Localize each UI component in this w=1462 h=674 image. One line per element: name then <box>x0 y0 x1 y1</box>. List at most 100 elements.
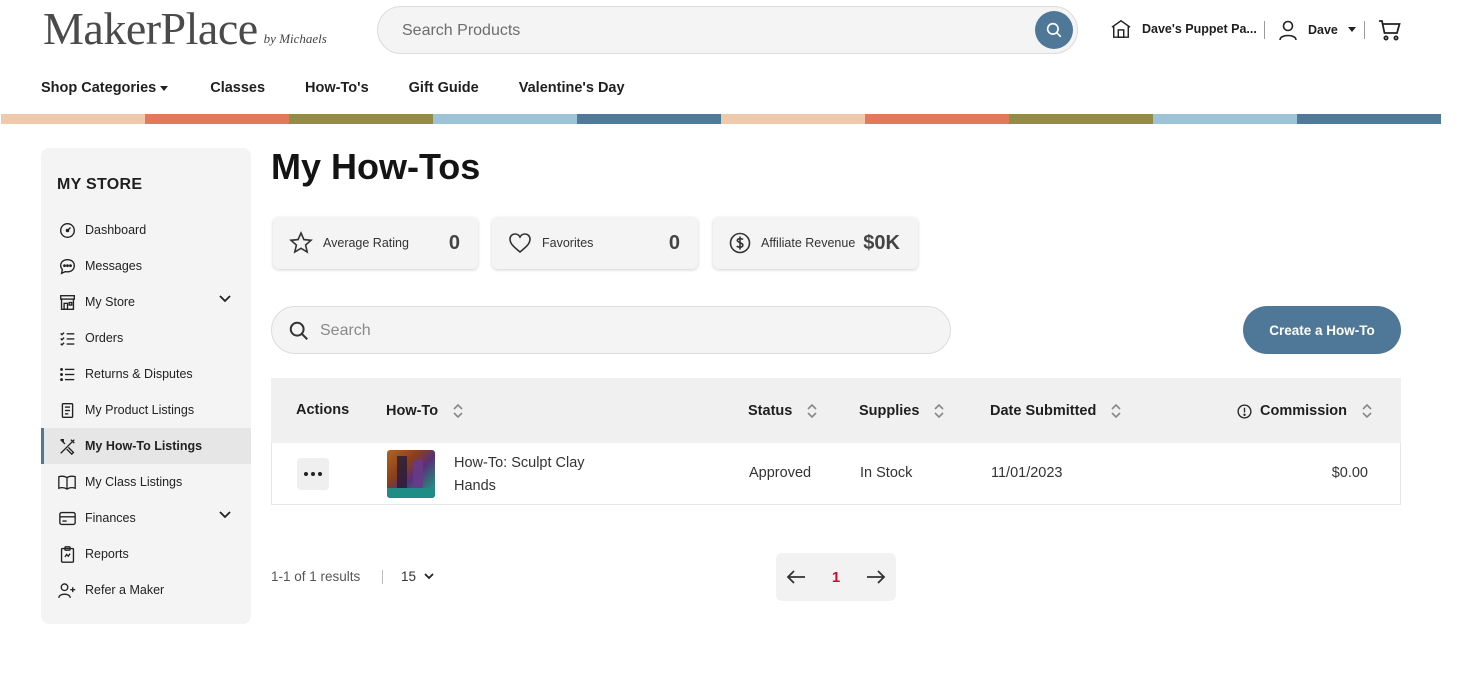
heart-icon <box>509 233 531 254</box>
how-to-title-link[interactable]: How-To: Sculpt Clay Hands <box>454 452 585 498</box>
star-icon <box>289 231 313 254</box>
status-cell: Approved <box>749 465 812 481</box>
sidebar-item-reports[interactable]: Reports <box>41 536 251 572</box>
column-label: Commission <box>1260 403 1348 419</box>
nav-how-tos[interactable]: How-To's <box>305 80 369 96</box>
how-to-title-line: Hands <box>454 478 496 494</box>
column-how-to[interactable]: How-To <box>386 402 464 420</box>
how-to-thumbnail[interactable] <box>387 450 435 498</box>
column-label: Supplies <box>859 403 920 419</box>
main-nav: Shop Categories Classes How-To's Gift Gu… <box>41 80 625 96</box>
nav-gift-guide[interactable]: Gift Guide <box>409 80 479 96</box>
sidebar-item-label: Refer a Maker <box>85 583 165 597</box>
prev-page-icon[interactable] <box>786 569 806 585</box>
sidebar-item-how-to-listings[interactable]: My How-To Listings <box>41 428 251 464</box>
store-sidebar: MY STORE Dashboard Messages My Store Ord… <box>41 148 251 624</box>
sidebar-item-my-store[interactable]: My Store <box>41 284 251 320</box>
stripe-segment <box>1009 114 1153 124</box>
per-page-select[interactable]: 15 <box>401 569 434 584</box>
stripe-segment <box>1153 114 1297 124</box>
add-user-icon <box>58 582 76 598</box>
sidebar-item-finances[interactable]: Finances <box>41 500 251 536</box>
chevron-down-icon <box>424 573 434 580</box>
page-title: My How-Tos <box>271 146 481 187</box>
makerplace-logo[interactable]: MakerPlace by Michaels <box>43 6 327 52</box>
column-actions: Actions <box>296 402 349 418</box>
sidebar-item-dashboard[interactable]: Dashboard <box>41 212 251 248</box>
logo-text: MakerPlace <box>43 3 258 54</box>
sidebar-item-label: My Product Listings <box>85 403 195 417</box>
stat-value: $0K <box>863 231 900 254</box>
user-icon <box>1279 20 1297 41</box>
cart-button[interactable] <box>1378 18 1402 47</box>
column-status[interactable]: Status <box>748 402 818 420</box>
stripe-segment <box>1 114 145 124</box>
sort-icon <box>453 403 463 419</box>
column-commission[interactable]: Commission <box>1237 402 1373 420</box>
sidebar-item-class-listings[interactable]: My Class Listings <box>41 464 251 500</box>
clipboard-icon <box>60 545 74 563</box>
sort-icon <box>934 403 945 419</box>
row-actions-button[interactable] <box>297 458 329 490</box>
column-supplies[interactable]: Supplies <box>859 402 945 420</box>
chevron-down-icon <box>1347 27 1356 32</box>
dollar-icon <box>729 232 751 254</box>
nav-shop-categories[interactable]: Shop Categories <box>41 80 169 96</box>
gauge-icon <box>59 222 75 238</box>
how-to-search-input[interactable] <box>320 319 920 343</box>
sidebar-item-label: My Class Listings <box>85 475 183 489</box>
create-how-to-button[interactable]: Create a How-To <box>1243 306 1401 354</box>
date-cell: 11/01/2023 <box>991 465 1063 481</box>
color-stripe <box>1 114 1441 124</box>
stat-label: Favorites <box>542 236 594 250</box>
sidebar-item-label: Reports <box>85 547 129 561</box>
current-page[interactable]: 1 <box>832 569 840 586</box>
document-icon <box>61 402 73 418</box>
header-divider <box>1364 21 1365 39</box>
column-date-submitted[interactable]: Date Submitted <box>990 402 1122 420</box>
chevron-down-icon <box>160 85 169 91</box>
search-icon <box>289 321 308 340</box>
stripe-segment <box>865 114 1009 124</box>
my-shop-link[interactable]: Dave's Puppet Pa... <box>1110 19 1257 39</box>
sidebar-item-refer-a-maker[interactable]: Refer a Maker <box>41 572 251 608</box>
sidebar-item-label: My Store <box>85 295 136 309</box>
sidebar-item-label: Messages <box>85 259 142 273</box>
per-page-value: 15 <box>401 569 417 584</box>
sidebar-item-returns-disputes[interactable]: Returns & Disputes <box>41 356 251 392</box>
account-menu[interactable]: Dave <box>1278 19 1356 41</box>
column-label: Status <box>748 403 793 419</box>
list-icon <box>59 367 74 381</box>
sidebar-item-label: Finances <box>85 511 136 525</box>
product-search-button[interactable] <box>1035 11 1073 49</box>
shop-name: Dave's Puppet Pa... <box>1142 22 1257 36</box>
stripe-segment <box>721 114 865 124</box>
book-icon <box>58 475 76 490</box>
results-count: 1-1 of 1 results <box>271 569 361 584</box>
product-search-input[interactable] <box>402 19 1002 43</box>
column-label: Actions <box>296 402 350 418</box>
thumbnail-image <box>387 456 435 498</box>
next-page-icon[interactable] <box>866 569 886 585</box>
how-to-search-bar <box>271 306 951 354</box>
nav-valentines-day[interactable]: Valentine's Day <box>519 80 625 96</box>
sidebar-item-product-listings[interactable]: My Product Listings <box>41 392 251 428</box>
stat-value: 0 <box>668 231 680 254</box>
pagination: 1 <box>776 553 896 601</box>
info-icon[interactable] <box>1237 403 1252 419</box>
column-label: How-To <box>386 403 439 419</box>
table-row: How-To: Sculpt Clay Hands Approved In St… <box>271 443 1401 505</box>
stripe-segment <box>433 114 577 124</box>
card-icon <box>58 511 76 525</box>
store-icon <box>1111 19 1131 38</box>
checklist-icon <box>59 331 74 346</box>
sidebar-item-orders[interactable]: Orders <box>41 320 251 356</box>
nav-classes[interactable]: Classes <box>210 80 265 96</box>
sort-icon <box>807 403 817 419</box>
chevron-down-icon <box>219 295 231 303</box>
nav-label: Shop Categories <box>41 80 157 96</box>
stat-label: Affiliate Revenue <box>761 236 856 250</box>
sidebar-item-messages[interactable]: Messages <box>41 248 251 284</box>
stat-affiliate-revenue: Affiliate Revenue $0K <box>713 217 918 269</box>
sort-icon <box>1111 403 1121 419</box>
